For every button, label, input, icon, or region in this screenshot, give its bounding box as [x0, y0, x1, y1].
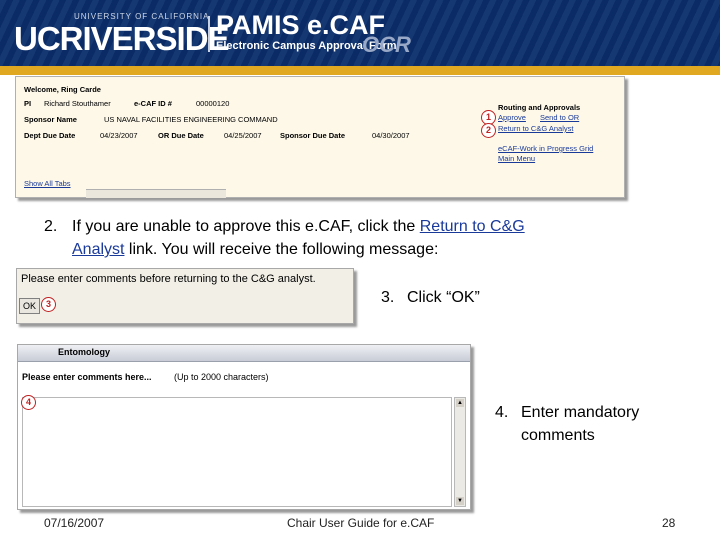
step-4-number: 4.: [495, 404, 509, 421]
step-2-number: 2.: [44, 218, 58, 235]
sponsor-due-value: 04/30/2007: [372, 131, 410, 140]
return-link-inline[interactable]: Return to C&G: [420, 218, 525, 235]
ok-button[interactable]: OK: [19, 298, 40, 314]
character-limit: (Up to 2000 characters): [174, 372, 269, 382]
step-4-line2: comments: [521, 427, 595, 444]
step-2-line1: If you are unable to approve this e.CAF,…: [72, 218, 525, 236]
step-2-text-after: link. You will receive the following mes…: [128, 241, 439, 258]
ecaf-id-value: 00000120: [196, 99, 230, 108]
dept-due-label: Dept Due Date: [24, 131, 76, 140]
routing-title: Routing and Approvals: [498, 103, 581, 112]
or-due-label: OR Due Date: [158, 131, 204, 140]
ecaf-id-label: e-CAF ID #: [134, 99, 172, 108]
scroll-down-icon[interactable]: ▼: [456, 497, 464, 505]
logo-divider: [208, 16, 210, 52]
work-in-progress-link[interactable]: eCAF-Work in Progress Grid: [498, 144, 593, 153]
header-banner: UNIVERSITY OF CALIFORNIA UCRIVERSIDE PAM…: [0, 0, 720, 66]
page-number: 28: [662, 516, 676, 530]
footer-date: 07/16/2007: [44, 516, 105, 530]
main-menu-link[interactable]: Main Menu: [498, 154, 535, 163]
dept-due-value: 04/23/2007: [100, 131, 138, 140]
step-2-line2: Analyst link. You will receive the follo…: [72, 241, 438, 259]
step-2-text: If you are unable to approve this e.CAF,…: [72, 218, 416, 235]
footer-title: Chair User Guide for e.CAF: [287, 516, 435, 530]
department-name: Entomology: [58, 347, 110, 357]
comments-textarea[interactable]: [22, 397, 452, 507]
dialog-message: Please enter comments before returning t…: [21, 273, 316, 285]
tab-strip: [86, 189, 226, 198]
scroll-up-icon[interactable]: ▲: [456, 399, 464, 407]
step-2-badge: 2: [481, 123, 496, 138]
textarea-scrollbar[interactable]: ▲ ▼: [454, 397, 466, 507]
gold-divider: [0, 66, 720, 75]
step-4-badge: 4: [21, 395, 36, 410]
send-to-or-link[interactable]: Send to OR: [540, 113, 579, 122]
show-all-tabs-link[interactable]: Show All Tabs: [24, 179, 71, 188]
pi-value: Richard Stouthamer: [44, 99, 111, 108]
ecaf-summary-screenshot: Welcome, Ring Carde PI Richard Stouthame…: [15, 76, 625, 198]
step-4-line1: Enter mandatory: [521, 404, 640, 421]
ucr-logo: UCRIVERSIDE: [14, 20, 230, 57]
comments-prompt: Please enter comments here...: [22, 372, 152, 382]
step-3-number: 3.: [381, 289, 395, 306]
analyst-link-inline[interactable]: Analyst: [72, 241, 124, 258]
pi-label: PI: [24, 99, 32, 108]
sponsor-name-label: Sponsor Name: [24, 115, 77, 124]
return-to-analyst-link[interactable]: Return to C&G Analyst: [498, 124, 573, 133]
app-name: PAMIS e.CAF: [216, 10, 386, 40]
approve-link[interactable]: Approve: [498, 113, 526, 122]
or-due-value: 04/25/2007: [224, 131, 262, 140]
step-3-badge: 3: [41, 297, 56, 312]
ocr-logo: OCR: [362, 32, 411, 57]
sponsor-due-label: Sponsor Due Date: [280, 131, 346, 140]
step-3-text: Click “OK”: [407, 289, 480, 306]
comments-screenshot: Entomology Please enter comments here...…: [17, 344, 471, 510]
welcome-text: Welcome, Ring Carde: [24, 85, 101, 94]
department-tab: Entomology: [18, 345, 470, 362]
message-dialog-screenshot: Please enter comments before returning t…: [16, 268, 354, 324]
sponsor-name-value: US NAVAL FACILITIES ENGINEERING COMMAND: [104, 115, 278, 124]
